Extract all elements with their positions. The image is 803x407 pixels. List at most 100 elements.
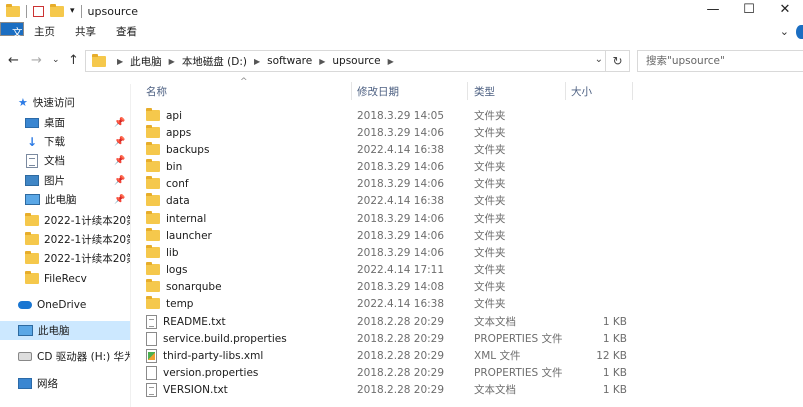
chevron-right-icon[interactable]: ▶ [117, 57, 123, 66]
recent-locations-button[interactable]: ⌄ [52, 55, 60, 65]
sidebar-item-downloads[interactable]: ↓ 下载 📌 [0, 132, 130, 151]
sidebar-item-folder-1[interactable]: 2022-1计续本20第 [0, 211, 130, 230]
address-bar[interactable]: ▶ 此电脑 ▶ 本地磁盘 (D:) ▶ software ▶ upsource … [85, 50, 630, 72]
file-date: 2022.4.14 16:38 [357, 194, 445, 207]
ribbon-tabs: 文件 主页 共享 查看 ⌄ [0, 22, 803, 59]
pin-icon: 📌 [114, 136, 126, 147]
pin-icon: 📌 [114, 194, 126, 205]
column-header-name[interactable]: 名称 [146, 84, 167, 98]
tab-file[interactable]: 文件 [0, 22, 24, 59]
file-row[interactable]: temp 2022.4.14 16:38 文件夹 [142, 295, 803, 312]
tab-home[interactable]: 主页 [24, 22, 65, 42]
tab-share[interactable]: 共享 [65, 22, 106, 42]
file-row[interactable]: data 2022.4.14 16:38 文件夹 [142, 192, 803, 209]
file-date: 2018.2.28 20:29 [357, 332, 445, 345]
sidebar-item-filerecv[interactable]: FileRecv [0, 269, 130, 288]
file-row[interactable]: version.properties 2018.2.28 20:29 PROPE… [142, 364, 803, 381]
file-row[interactable]: internal 2018.3.29 14:06 文件夹 [142, 210, 803, 227]
divider [80, 4, 82, 18]
file-name: service.build.properties [163, 332, 287, 345]
sidebar-item-this-pc[interactable]: 此电脑 [0, 321, 130, 340]
file-type: 文件夹 [474, 213, 506, 225]
file-row[interactable]: service.build.properties 2018.2.28 20:29… [142, 330, 803, 347]
column-header-size[interactable]: 大小 [571, 84, 592, 98]
window-controls: — ☐ ✕ [695, 0, 803, 22]
folder-icon [146, 193, 160, 206]
file-row[interactable]: conf 2018.3.29 14:06 文件夹 [142, 175, 803, 192]
forward-button[interactable]: → [31, 53, 42, 68]
file-date: 2018.3.29 14:06 [357, 177, 445, 190]
pictures-icon [25, 175, 39, 186]
new-folder-icon[interactable] [50, 3, 64, 17]
file-row[interactable]: api 2018.3.29 14:05 文件夹 [142, 107, 803, 124]
file-row[interactable]: launcher 2018.3.29 14:06 文件夹 [142, 227, 803, 244]
file-row[interactable]: backups 2022.4.14 16:38 文件夹 [142, 141, 803, 158]
file-row[interactable]: bin 2018.3.29 14:06 文件夹 [142, 158, 803, 175]
column-divider[interactable] [467, 82, 468, 100]
sidebar-item-documents[interactable]: 文档 📌 [0, 151, 130, 170]
file-type: 文件夹 [474, 247, 506, 259]
column-header-date[interactable]: 修改日期 [357, 84, 399, 98]
file-name: sonarqube [166, 280, 222, 293]
chevron-right-icon[interactable]: ▶ [169, 57, 175, 66]
file-row[interactable]: logs 2022.4.14 17:11 文件夹 [142, 261, 803, 278]
file-date: 2022.4.14 16:38 [357, 297, 445, 310]
breadcrumb-upsource[interactable]: upsource [332, 55, 380, 67]
tab-view[interactable]: 查看 [106, 22, 147, 42]
search-input[interactable]: 搜索"upsource" [637, 50, 803, 72]
sidebar-item-quick-access[interactable]: ★ 快速访问 [0, 93, 130, 112]
file-type: 文件夹 [474, 230, 506, 242]
up-button[interactable]: ↑ [68, 53, 79, 68]
column-divider[interactable] [632, 82, 633, 100]
breadcrumb-software[interactable]: software [267, 55, 312, 67]
file-row[interactable]: sonarqube 2018.3.29 14:08 文件夹 [142, 278, 803, 295]
sidebar-item-onedrive[interactable]: OneDrive [0, 295, 130, 314]
file-row[interactable]: README.txt 2018.2.28 20:29 文本文档 1 KB [142, 313, 803, 330]
file-name: VERSION.txt [163, 383, 228, 396]
sidebar-item-folder-2[interactable]: 2022-1计续本20第 [0, 230, 130, 249]
file-name: logs [166, 263, 188, 276]
column-header-type[interactable]: 类型 [474, 84, 495, 98]
file-type: PROPERTIES 文件 [474, 333, 563, 345]
properties-icon[interactable] [33, 5, 44, 17]
sidebar-item-cd-drive[interactable]: CD 驱动器 (H:) 华为 [0, 347, 130, 366]
breadcrumb-this-pc[interactable]: 此电脑 [130, 54, 162, 69]
file-row[interactable]: lib 2018.3.29 14:06 文件夹 [142, 244, 803, 261]
refresh-button[interactable]: ↻ [605, 51, 629, 71]
file-name: conf [166, 177, 189, 190]
file-row[interactable]: VERSION.txt 2018.2.28 20:29 文本文档 1 KB [142, 381, 803, 398]
chevron-right-icon[interactable]: ▶ [388, 57, 394, 66]
file-row[interactable]: apps 2018.3.29 14:06 文件夹 [142, 124, 803, 141]
close-button[interactable]: ✕ [767, 0, 803, 22]
expand-ribbon-icon[interactable]: ⌄ [780, 25, 789, 38]
sidebar-item-label: 此电脑 [45, 194, 77, 206]
chevron-right-icon[interactable]: ▶ [254, 57, 260, 66]
minimize-button[interactable]: — [695, 0, 731, 22]
chevron-right-icon[interactable]: ▶ [319, 57, 325, 66]
file-type: 文件夹 [474, 298, 506, 310]
file-type: 文本文档 [474, 316, 516, 328]
file-type: PROPERTIES 文件 [474, 367, 563, 379]
address-dropdown-icon[interactable]: ⌄ [595, 54, 603, 65]
back-button[interactable]: ← [8, 53, 19, 68]
sidebar-item-folder-3[interactable]: 2022-1计续本20第 [0, 249, 130, 268]
sidebar-item-pictures[interactable]: 图片 📌 [0, 171, 130, 190]
pane-divider[interactable] [130, 84, 131, 407]
this-pc-icon [18, 325, 33, 336]
file-name: apps [166, 126, 192, 139]
star-icon: ★ [18, 96, 28, 109]
file-type: 文件夹 [474, 110, 506, 122]
file-row[interactable]: third-party-libs.xml 2018.2.28 20:29 XML… [142, 347, 803, 364]
column-divider[interactable] [351, 82, 352, 100]
sidebar-item-this-pc-pinned[interactable]: 此电脑 📌 [0, 190, 130, 209]
sidebar-item-network[interactable]: 网络 [0, 374, 130, 393]
navigation-pane: ★ 快速访问 桌面 📌 ↓ 下载 📌 文档 📌 图片 📌 此电脑 📌 2022-… [0, 84, 130, 407]
maximize-button[interactable]: ☐ [731, 0, 767, 22]
cd-drive-icon [18, 352, 32, 361]
customize-toolbar-icon[interactable]: ▾ [70, 6, 75, 16]
help-icon[interactable] [796, 25, 803, 39]
download-icon: ↓ [26, 134, 38, 149]
column-divider[interactable] [565, 82, 566, 100]
breadcrumb-drive-d[interactable]: 本地磁盘 (D:) [182, 54, 247, 69]
sidebar-item-desktop[interactable]: 桌面 📌 [0, 113, 130, 132]
